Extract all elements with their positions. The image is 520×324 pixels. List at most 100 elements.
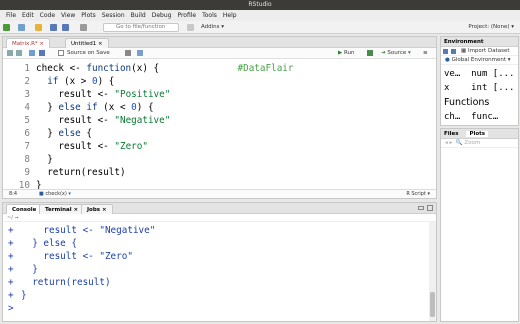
code-line: result <- "Negative" bbox=[36, 115, 170, 126]
source-label: Source bbox=[387, 50, 407, 56]
editor-toolbar: Source on Save ▶ Run ➜ Source ▾ ≡ bbox=[3, 48, 436, 59]
new-project-icon[interactable] bbox=[18, 24, 25, 31]
cursor-position: 8:4 bbox=[9, 191, 18, 197]
editor-tabs: Matrix.R* × Untitled1 × bbox=[3, 37, 436, 48]
goto-file-input[interactable]: Go to file/function bbox=[103, 23, 179, 32]
menu-build[interactable]: Build bbox=[128, 10, 149, 21]
console-line: return(result) bbox=[21, 277, 111, 288]
var-value: num [... bbox=[471, 69, 515, 79]
run-button[interactable]: ▶ Run bbox=[338, 48, 355, 59]
console-pane: Console Terminal × Jobs × ~/ ⇒ + result … bbox=[2, 202, 437, 322]
menu-tools[interactable]: Tools bbox=[199, 10, 220, 21]
tab-plots[interactable]: Plots bbox=[466, 131, 489, 137]
code-area[interactable]: 1 check <- function(x) { #DataFlair 2 if (… bbox=[3, 59, 436, 191]
search-icon[interactable] bbox=[125, 50, 131, 56]
code-token: #DataFlair bbox=[159, 63, 294, 74]
console-line: result <- "Negative" bbox=[21, 225, 156, 236]
line-number: 2 bbox=[24, 76, 30, 87]
code-line: return(result) bbox=[36, 167, 125, 178]
function-name: check(x) bbox=[45, 191, 67, 197]
rerun-icon[interactable] bbox=[367, 50, 373, 56]
menu-profile[interactable]: Profile bbox=[174, 10, 199, 21]
console-prompt: + bbox=[8, 290, 14, 301]
code-token: ) { bbox=[97, 76, 115, 87]
console-line: } bbox=[21, 290, 27, 301]
global-env-select[interactable]: ● Global Environment ▾ bbox=[441, 56, 518, 65]
menu-view[interactable]: View bbox=[58, 10, 78, 21]
tab-matrix-r[interactable]: Matrix.R* × bbox=[6, 38, 50, 48]
show-in-window-icon[interactable] bbox=[29, 50, 35, 56]
grid-icon[interactable] bbox=[187, 24, 194, 31]
line-number: 5 bbox=[24, 115, 30, 126]
menu-help[interactable]: Help bbox=[220, 10, 240, 21]
line-number: 9 bbox=[24, 167, 30, 178]
menu-code[interactable]: Code bbox=[37, 10, 58, 21]
code-line: result <- "Zero" bbox=[36, 141, 148, 152]
console-tabs: Console Terminal × Jobs × bbox=[3, 203, 436, 214]
save-icon[interactable] bbox=[451, 49, 456, 54]
tab-files[interactable]: Files bbox=[444, 131, 459, 137]
project-menu[interactable]: Project: (None) ▾ bbox=[468, 21, 514, 34]
menu-session[interactable]: Session bbox=[99, 10, 128, 21]
print-icon[interactable] bbox=[80, 24, 87, 31]
import-dataset-button[interactable]: ▦ Import Dataset bbox=[461, 47, 510, 56]
save-icon[interactable] bbox=[39, 50, 45, 56]
code-token: "Negative" bbox=[114, 115, 171, 126]
save-all-icon[interactable] bbox=[62, 24, 69, 31]
save-icon[interactable] bbox=[50, 24, 57, 31]
code-token: "Zero" bbox=[114, 141, 148, 152]
console-scrollbar[interactable] bbox=[429, 222, 436, 321]
code-token: else if bbox=[58, 102, 98, 113]
run-label: Run bbox=[343, 50, 355, 56]
menu-plots[interactable]: Plots bbox=[78, 10, 98, 21]
code-token: } bbox=[36, 102, 59, 113]
line-number: 7 bbox=[24, 141, 30, 152]
tab-label: Terminal bbox=[45, 207, 72, 213]
zoom-label[interactable]: Zoom bbox=[464, 140, 480, 146]
new-file-icon[interactable] bbox=[3, 24, 10, 31]
console-prompt: + bbox=[8, 238, 14, 249]
back-icon[interactable] bbox=[7, 50, 13, 56]
console-output[interactable]: + result <- "Negative" + } else {+ result… bbox=[3, 222, 428, 321]
tab-environment[interactable]: Environment bbox=[444, 39, 484, 45]
file-type-label: R Script bbox=[406, 191, 426, 197]
menu-debug[interactable]: Debug bbox=[149, 10, 175, 21]
console-prompt: + bbox=[8, 251, 14, 262]
file-type-menu[interactable]: R Script ▾ bbox=[406, 190, 430, 199]
menu-edit[interactable]: Edit bbox=[19, 10, 37, 21]
line-number: 1 bbox=[24, 63, 30, 74]
tab-terminal[interactable]: Terminal × bbox=[39, 204, 85, 214]
minimize-icon[interactable] bbox=[418, 206, 424, 210]
source-on-save-checkbox[interactable] bbox=[58, 50, 64, 56]
forward-icon[interactable] bbox=[16, 50, 22, 56]
menu-file[interactable]: File bbox=[3, 10, 19, 21]
tab-jobs[interactable]: Jobs × bbox=[81, 204, 113, 214]
tab-console[interactable]: Console bbox=[6, 204, 43, 214]
files-plots-pane: Files Plots ◂ ▸ 🔍 Zoom bbox=[440, 128, 519, 322]
code-token: (x < bbox=[97, 102, 132, 113]
line-number: 6 bbox=[24, 128, 30, 139]
code-token: } bbox=[36, 154, 53, 165]
source-button[interactable]: ➜ Source ▾ bbox=[381, 48, 411, 59]
scope-label: Global Environment bbox=[451, 57, 506, 63]
env-row[interactable]: x int [... bbox=[444, 83, 514, 93]
editor-status-bar: 8:4 ■ check(x) ▾ R Script ▾ bbox=[3, 189, 436, 198]
code-line: result <- "Positive" bbox=[36, 89, 170, 100]
open-file-icon[interactable] bbox=[35, 24, 42, 31]
function-navigator[interactable]: ■ check(x) ▾ bbox=[39, 190, 71, 199]
tab-label: Jobs bbox=[87, 207, 101, 213]
var-name: ve… bbox=[444, 69, 461, 79]
addins-menu[interactable]: Addins ▾ bbox=[201, 21, 224, 34]
outline-icon[interactable]: ≡ bbox=[423, 48, 428, 59]
env-row[interactable]: ve… num [... bbox=[444, 69, 514, 79]
scrollbar-thumb[interactable] bbox=[430, 292, 435, 317]
open-icon[interactable] bbox=[443, 49, 448, 54]
code-token: result <- bbox=[36, 89, 115, 100]
tab-untitled1[interactable]: Untitled1 × bbox=[65, 38, 109, 48]
code-token: { bbox=[80, 128, 92, 139]
code-tools-icon[interactable] bbox=[137, 50, 143, 56]
maximize-icon[interactable] bbox=[427, 205, 433, 211]
main-toolbar: Go to file/function Addins ▾ Project: (N… bbox=[0, 21, 520, 34]
env-row[interactable]: ch… func… bbox=[444, 112, 498, 122]
